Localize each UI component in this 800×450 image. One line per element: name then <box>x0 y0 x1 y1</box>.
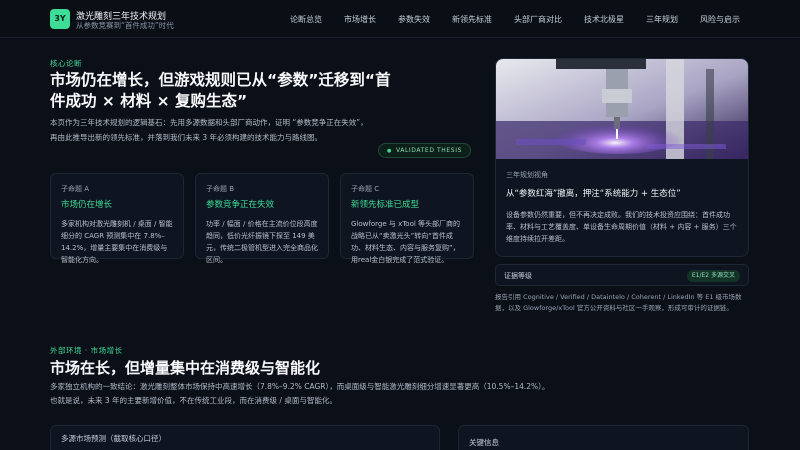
sub-card-tag: 子命题 A <box>61 185 90 193</box>
right-card-tag: 三年规划视角 <box>506 171 548 179</box>
planning-perspective-card: 三年规划视角 从“参数红海”撤离，押注“系统能力 + 生态位” 设备参数仍然重要… <box>495 58 749 257</box>
hero-eyebrow: 核心论断 <box>50 59 82 68</box>
hero-title: 市场仍在增长，但游戏规则已从“参数”迁移到“首件成功 × 材料 × 复购生态” <box>50 71 391 110</box>
sub-card-c: 子命题 C 新领先标准已成型 Glowforge 与 xTool 等头部厂商的战… <box>340 173 474 264</box>
sub-card-title: 市场仍在增长 <box>61 200 113 210</box>
top-bar: 3Y 激光雕刻三年技术规划 从参数竞赛到“首件成功”时代 论断总览 市场增长 参… <box>0 0 800 38</box>
sub-card-b: 子命题 B 参数竞争正在失效 功率 / 幅面 / 价格在主流价位段高度趋同，低价… <box>195 173 329 264</box>
laser-engraver-photo <box>496 59 748 159</box>
section-title: 市场在长，但增量集中在消费级与智能化 <box>50 359 321 377</box>
evidence-label: 证据等级 <box>504 272 532 280</box>
nav-item-northstar[interactable]: 技术北极星 <box>584 14 624 25</box>
sub-card-title: 新领先标准已成型 <box>351 200 420 210</box>
sub-card-text: 功率 / 幅面 / 价格在主流价位段高度趋同，低价光纤振镜下探至 149 美元，… <box>206 220 318 264</box>
section-description: 多家独立机构的一致结论：激光雕刻整体市场保持中高速增长（7.8%–9.2% CA… <box>50 382 550 405</box>
hero-description: 本页作为三年技术规划的逻辑基石：先用多源数据和头部厂商动作，证明 “参数竞争正在… <box>50 118 368 142</box>
evidence-level-bar: 证据等级 E1/E2 多源交叉 <box>495 264 749 286</box>
right-card-title: 从“参数红海”撤离，押注“系统能力 + 生态位” <box>506 189 681 199</box>
nav-item-roadmap[interactable]: 三年规划 <box>646 14 678 25</box>
nav-item-risks[interactable]: 风险与启示 <box>700 14 740 25</box>
logo-icon[interactable]: 3Y <box>50 9 70 29</box>
main-nav: 论断总览 市场增长 参数失效 新领先标准 头部厂商对比 技术北极星 三年规划 风… <box>280 14 740 25</box>
key-info-title: 关键信息 <box>469 438 499 447</box>
evidence-level-badge: E1/E2 多源交叉 <box>686 270 740 282</box>
sub-card-tag: 子命题 B <box>206 185 235 193</box>
sub-card-text: 多家机构对激光雕刻机 / 桌面 / 智能细分的 CAGR 预测集中在 7.8%–… <box>61 220 173 264</box>
market-forecast-card: 多源市场预测（截取核心口径） <box>50 425 440 450</box>
nav-item-market[interactable]: 市场增长 <box>344 14 376 25</box>
key-info-card: 关键信息 <box>458 425 749 450</box>
market-forecast-title: 多源市场预测（截取核心口径） <box>61 434 166 443</box>
evidence-note: 报告引用 Cognitive / Verified / Dataintelo /… <box>495 293 742 312</box>
validated-thesis-badge: VALIDATED THESIS <box>378 143 471 158</box>
right-card-text: 设备参数仍然重要，但不再决定成败。我们的技术投资应围绕：首件成功率、材料与工艺覆… <box>506 211 737 243</box>
sub-card-title: 参数竞争正在失效 <box>206 200 275 210</box>
nav-item-thesis[interactable]: 论断总览 <box>290 14 322 25</box>
sub-card-text: Glowforge 与 xTool 等头部厂商的战略已从“卖激光头”转向“首件成… <box>351 220 461 264</box>
nav-item-compare[interactable]: 头部厂商对比 <box>514 14 562 25</box>
sub-card-tag: 子命题 C <box>351 185 380 193</box>
nav-item-params[interactable]: 参数失效 <box>398 14 430 25</box>
nav-item-standard[interactable]: 新领先标准 <box>452 14 492 25</box>
section-eyebrow: 外部环境 · 市场增长 <box>50 346 123 355</box>
sub-card-a: 子命题 A 市场仍在增长 多家机构对激光雕刻机 / 桌面 / 智能细分的 CAG… <box>50 173 184 264</box>
brand-subtitle: 从参数竞赛到“首件成功”时代 <box>76 21 174 30</box>
